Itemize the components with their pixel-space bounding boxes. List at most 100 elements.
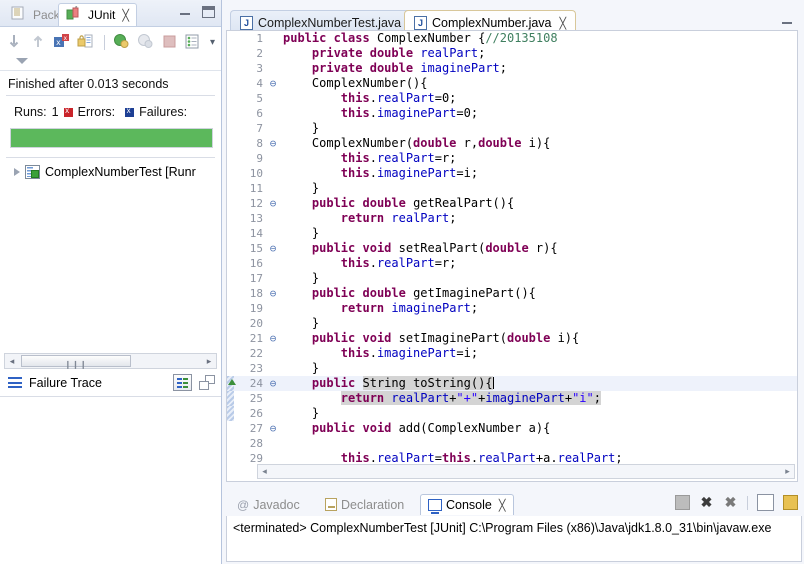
code-text: this.imaginePart=0;	[340, 106, 479, 120]
failure-trace-icon	[8, 377, 22, 388]
compare-result-button[interactable]	[199, 375, 215, 390]
show-failures-only-icon[interactable]: xx	[53, 33, 71, 51]
code-line[interactable]: 16 this.realPart=r;	[227, 256, 797, 271]
java-file-icon: J	[240, 16, 253, 30]
code-line[interactable]: 9 this.realPart=r;	[227, 151, 797, 166]
code-line[interactable]: 17 }	[227, 271, 797, 286]
maximize-button[interactable]	[202, 6, 215, 18]
code-line[interactable]: 20 }	[227, 316, 797, 331]
list-item[interactable]: ComplexNumberTest [Runr	[0, 164, 221, 180]
declaration-icon	[325, 498, 337, 511]
open-console-icon[interactable]	[757, 494, 774, 511]
scroll-right-icon[interactable]: ▸	[202, 354, 216, 368]
toolbar-separator	[103, 34, 105, 50]
code-line[interactable]: 8 ⊖ ComplexNumber(double r,double i){	[227, 136, 797, 151]
filter-stack-trace-button[interactable]	[173, 374, 192, 391]
code-line[interactable]: 6 this.imaginePart=0;	[227, 106, 797, 121]
code-text: }	[283, 316, 320, 330]
chevron-right-icon[interactable]	[14, 168, 20, 176]
gutter-bar	[227, 286, 234, 301]
failure-trace-body[interactable]	[0, 397, 221, 515]
gutter-bar	[227, 121, 234, 136]
error-square-icon	[63, 105, 73, 117]
fold-collapse-icon[interactable]: ⊖	[267, 138, 279, 149]
code-line[interactable]: 7 }	[227, 121, 797, 136]
code-line[interactable]: 2 private double realPart;	[227, 46, 797, 61]
code-line[interactable]: 15 ⊖ public void setRealPart(double r){	[227, 241, 797, 256]
console-output[interactable]: <terminated> ComplexNumberTest [JUnit] C…	[226, 516, 802, 562]
gutter-bar	[227, 181, 234, 196]
code-text: }	[283, 226, 320, 240]
code-line[interactable]: 14 }	[227, 226, 797, 241]
fold-collapse-icon[interactable]: ⊖	[267, 78, 279, 89]
code-line[interactable]: 12 ⊖ public double getRealPart(){	[227, 196, 797, 211]
code-line[interactable]: 23 }	[227, 361, 797, 376]
junit-view-tabbar: Packag... * JUnit ╳	[0, 0, 221, 27]
code-line[interactable]: 10 this.imaginePart=i;	[227, 166, 797, 181]
junit-counters: Runs: 1 Errors: Failures:	[0, 96, 221, 126]
scrollbar-thumb[interactable]: ❙❙❙	[21, 355, 131, 369]
tab-console[interactable]: Console ╳	[420, 494, 514, 515]
editor-area: J ComplexNumberTest.java J ComplexNumber…	[222, 0, 804, 564]
package-explorer-icon	[11, 6, 29, 24]
code-line[interactable]: 13 return realPart;	[227, 211, 797, 226]
junit-toolbar: xx ▾	[0, 27, 221, 71]
code-line[interactable]: 11 }	[227, 181, 797, 196]
test-results-tree[interactable]: ComplexNumberTest [Runr	[0, 158, 221, 353]
previous-failure-icon[interactable]	[30, 33, 48, 51]
remove-launch-icon[interactable]: ✖	[699, 495, 714, 510]
code-line[interactable]: 19 return imaginePart;	[227, 301, 797, 316]
code-line[interactable]: 28	[227, 436, 797, 451]
code-line[interactable]: 1 public class ComplexNumber {//20135108	[227, 31, 797, 46]
scroll-left-icon[interactable]: ◂	[5, 354, 19, 368]
rerun-test-icon[interactable]	[113, 33, 131, 51]
code-line[interactable]: 25 return realPart+"+"+imaginePart+"i";	[227, 391, 797, 406]
failure-trace-label: Failure Trace	[29, 375, 102, 390]
code-lines[interactable]: 1 public class ComplexNumber {//20135108 2…	[227, 31, 797, 466]
code-text: public void add(ComplexNumber a){	[311, 421, 551, 435]
code-line[interactable]: 24 ⊖ public String toString(){	[227, 376, 797, 391]
view-tab-junit[interactable]: * JUnit ╳	[58, 3, 137, 26]
tab-javadoc[interactable]: @ Javadoc	[230, 494, 307, 515]
gutter-bar	[227, 211, 234, 226]
code-line[interactable]: 5 this.realPart=0;	[227, 91, 797, 106]
code-line[interactable]: 4 ⊖ ComplexNumber(){	[227, 76, 797, 91]
scroll-lock-icon[interactable]	[77, 33, 95, 51]
scroll-right-icon[interactable]: ▸	[781, 465, 794, 478]
scroll-left-icon[interactable]: ◂	[258, 465, 271, 478]
code-line[interactable]: 21 ⊖ public void setImaginePart(double i)…	[227, 331, 797, 346]
fold-collapse-icon[interactable]: ⊖	[267, 288, 279, 299]
tree-horizontal-scrollbar[interactable]: ◂ ❙❙❙ ▸	[4, 353, 217, 369]
remove-all-terminated-icon[interactable]: ✖	[723, 495, 738, 510]
next-failure-icon[interactable]	[6, 33, 24, 51]
fold-collapse-icon[interactable]: ⊖	[267, 423, 279, 434]
close-icon[interactable]: ╳	[560, 17, 567, 30]
fold-collapse-icon[interactable]: ⊖	[267, 333, 279, 344]
code-line[interactable]: 18 ⊖ public double getImaginePart(){	[227, 286, 797, 301]
code-line[interactable]: 27 ⊖ public void add(ComplexNumber a){	[227, 421, 797, 436]
terminate-icon[interactable]	[675, 495, 690, 510]
close-icon[interactable]: ╳	[499, 499, 506, 512]
toolbar-overflow-icon[interactable]: ▾	[210, 37, 215, 48]
editor-horizontal-scrollbar[interactable]: ◂ ▸	[257, 464, 795, 479]
editor-minimize-button[interactable]	[781, 15, 794, 27]
tab-declaration[interactable]: Declaration	[318, 494, 411, 515]
fold-collapse-icon[interactable]: ⊖	[267, 378, 279, 389]
gutter-bar	[227, 271, 234, 286]
code-text: public double getRealPart(){	[311, 196, 515, 210]
code-line[interactable]: 3 private double imaginePart;	[227, 61, 797, 76]
minimize-button[interactable]	[179, 6, 192, 18]
fold-collapse-icon[interactable]: ⊖	[267, 243, 279, 254]
close-icon[interactable]: ╳	[122, 9, 129, 22]
stop-icon[interactable]	[161, 33, 179, 51]
fold-collapse-icon[interactable]: ⊖	[267, 198, 279, 209]
view-menu-caret-icon[interactable]	[16, 58, 28, 64]
rerun-failed-first-icon[interactable]	[137, 33, 155, 51]
code-line[interactable]: 22 this.imaginePart=i;	[227, 346, 797, 361]
gutter-bar	[227, 31, 234, 46]
code-editor[interactable]: 1 public class ComplexNumber {//20135108 2…	[226, 30, 798, 482]
pin-console-icon[interactable]	[783, 495, 798, 510]
gutter-bar	[227, 196, 234, 211]
code-line[interactable]: 26 }	[227, 406, 797, 421]
test-history-icon[interactable]	[184, 33, 202, 51]
